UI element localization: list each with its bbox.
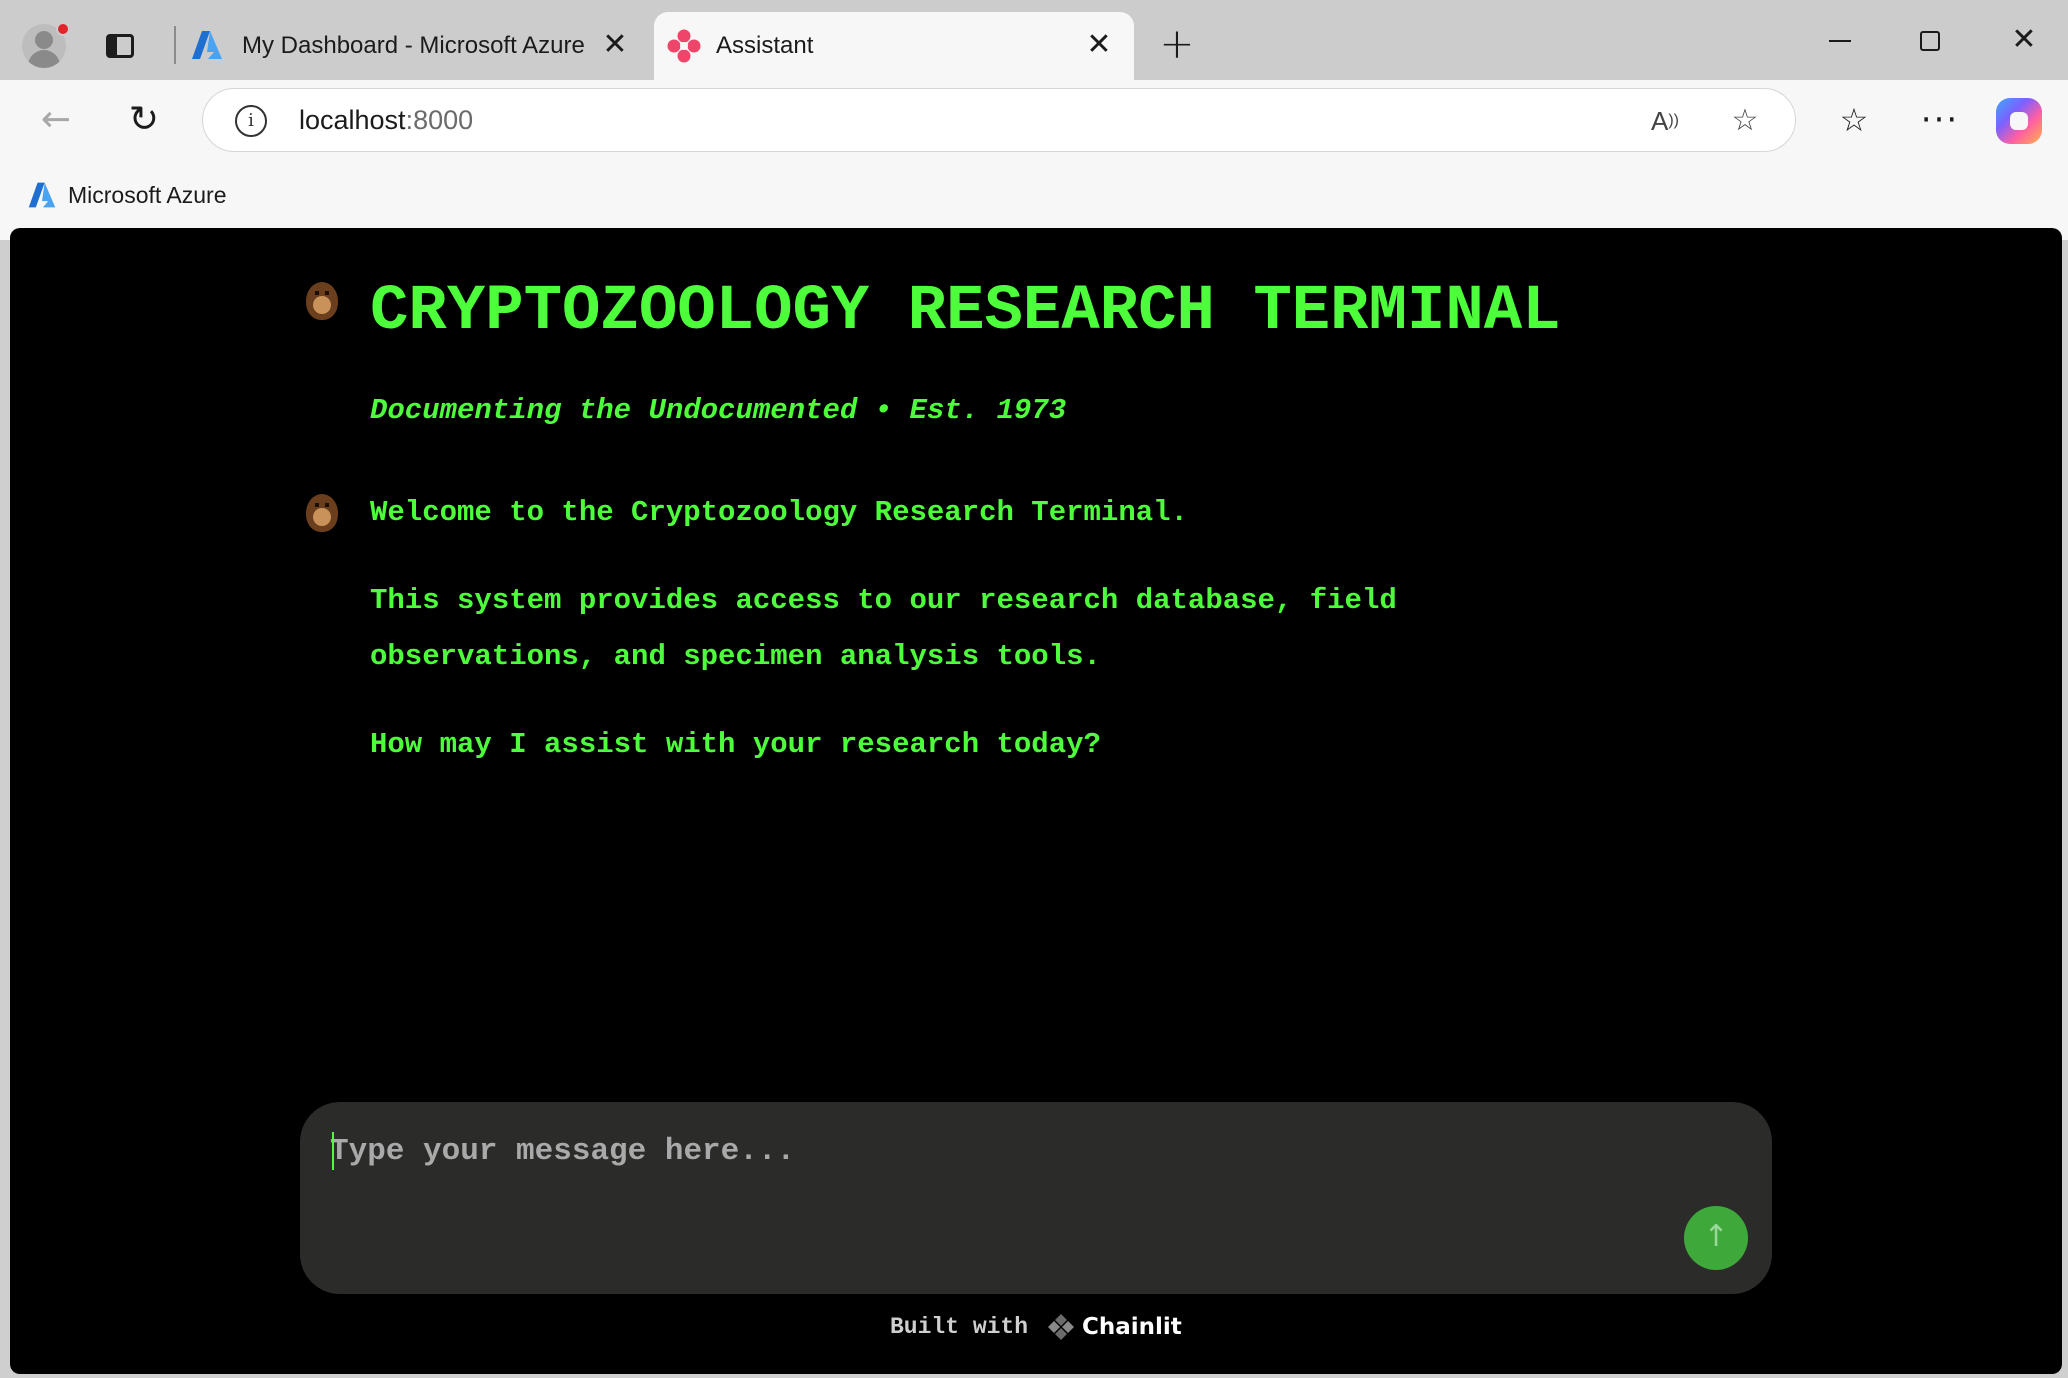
assistant-message-line: This system provides access to our resea… [370, 584, 1397, 617]
assistant-message-line: observations, and specimen analysis tool… [370, 640, 1101, 673]
tab-title: My Dashboard - Microsoft Azure [242, 32, 585, 59]
azure-logo-icon [28, 182, 56, 208]
assistant-message-line: How may I assist with your research toda… [370, 728, 1101, 761]
footer-text: Built with [890, 1314, 1029, 1340]
azure-logo-icon [192, 31, 222, 59]
send-button[interactable]: ↑ [1684, 1206, 1748, 1270]
tab-title: Assistant [716, 32, 814, 59]
assistant-logo-icon [667, 29, 701, 63]
browser-toolbar: ← ↻ i localhost:8000 A)) ☆ ☆ ··· Microso… [0, 80, 2068, 240]
gorilla-avatar-icon [306, 494, 338, 532]
text-caret [332, 1132, 334, 1170]
new-tab-button[interactable]: + [1155, 22, 1199, 66]
message-input[interactable] [330, 1126, 1710, 1176]
copilot-icon[interactable] [1996, 98, 2042, 144]
chainlit-brand: Chainlit [1082, 1314, 1182, 1340]
page-title: CRYPTOZOOLOGY RESEARCH TERMINAL [370, 276, 1561, 348]
tab-actions-icon[interactable] [100, 26, 140, 62]
window-close-button[interactable]: ✕ [1994, 18, 2054, 62]
chainlit-logo-icon [1048, 1314, 1074, 1340]
notification-dot-icon [56, 22, 70, 36]
tab-close-icon[interactable]: ✕ [598, 28, 632, 62]
tab-strip: My Dashboard - Microsoft Azure ✕ Assista… [0, 0, 2068, 80]
bookmark-label: Microsoft Azure [68, 182, 227, 208]
favorites-icon[interactable]: ☆ [1828, 94, 1880, 146]
tab-separator [174, 26, 176, 64]
assistant-message-line: Welcome to the Cryptozoology Research Te… [370, 496, 1188, 529]
address-bar[interactable]: i localhost:8000 A)) ☆ [202, 88, 1796, 152]
minimize-button[interactable] [1810, 18, 1870, 62]
gorilla-avatar-icon [306, 282, 338, 320]
info-icon[interactable]: i [235, 105, 267, 137]
tab-azure-dashboard[interactable]: My Dashboard - Microsoft Azure ✕ [180, 12, 650, 80]
page-subtitle: Documenting the Undocumented • Est. 1973 [370, 394, 1067, 427]
reload-icon[interactable]: ↻ [118, 94, 170, 146]
message-composer: ↑ [300, 1102, 1772, 1294]
url-text[interactable]: localhost:8000 [299, 105, 473, 136]
back-arrow-icon[interactable]: ← [30, 94, 82, 146]
page-viewport: CRYPTOZOOLOGY RESEARCH TERMINAL Document… [10, 228, 2062, 1374]
tab-close-icon[interactable]: ✕ [1082, 28, 1116, 62]
tab-assistant[interactable]: Assistant ✕ [654, 12, 1134, 80]
maximize-button[interactable] [1900, 18, 1960, 62]
read-aloud-icon[interactable]: A)) [1647, 103, 1683, 139]
star-icon[interactable]: ☆ [1727, 103, 1763, 139]
more-icon[interactable]: ··· [1914, 94, 1966, 146]
